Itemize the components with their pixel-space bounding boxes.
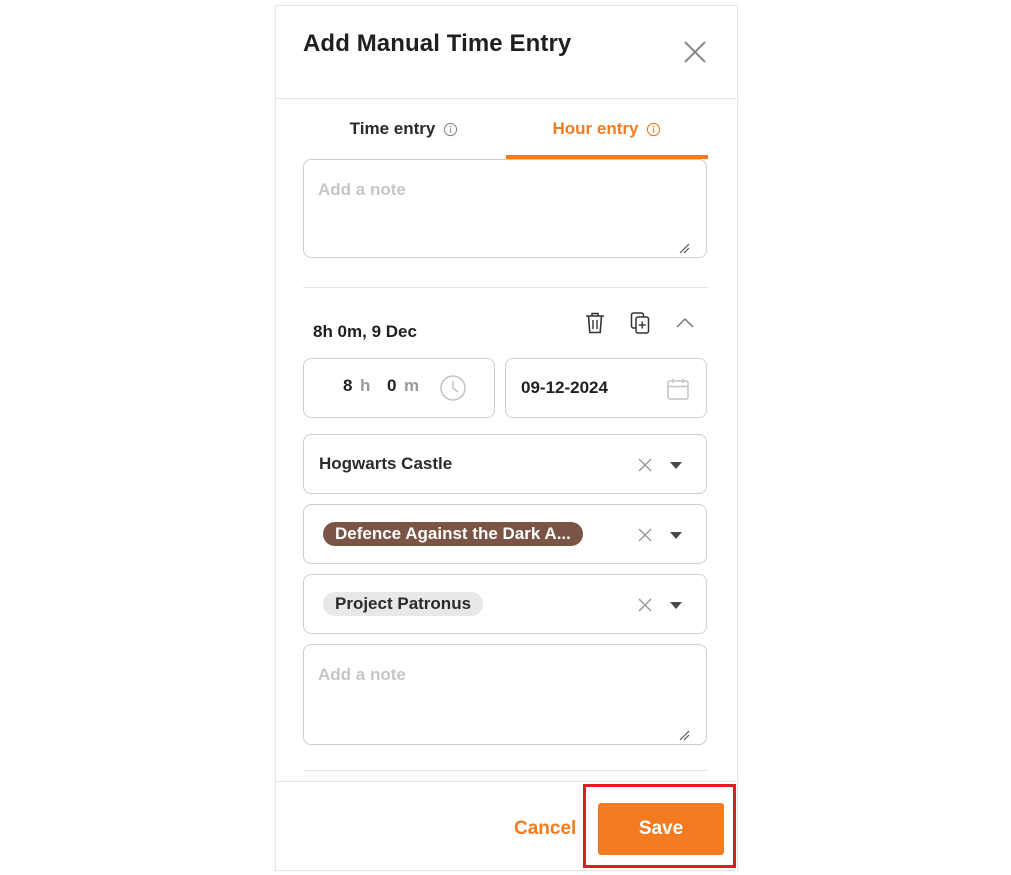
entry-divider bbox=[303, 287, 707, 288]
hours-unit: h bbox=[360, 376, 371, 395]
minutes-value[interactable]: 0 bbox=[387, 376, 396, 396]
caret-down-icon[interactable] bbox=[670, 602, 682, 609]
tab-hour-entry-label: Hour entry bbox=[552, 119, 639, 138]
calendar-icon[interactable] bbox=[666, 377, 690, 401]
date-input[interactable]: 09-12-2024 bbox=[505, 358, 707, 418]
info-icon[interactable] bbox=[443, 122, 458, 137]
entry-divider bbox=[303, 770, 707, 771]
cancel-button[interactable]: Cancel bbox=[514, 818, 576, 840]
manual-time-entry-modal: Add Manual Time Entry Time entry Hour en… bbox=[275, 5, 738, 871]
clear-icon[interactable] bbox=[637, 597, 653, 613]
info-icon[interactable] bbox=[646, 122, 661, 137]
close-button[interactable] bbox=[682, 39, 708, 65]
top-note-field[interactable] bbox=[303, 159, 707, 258]
delete-entry-button[interactable] bbox=[582, 310, 608, 336]
minutes-unit: m bbox=[404, 376, 420, 395]
entry-note-field[interactable] bbox=[303, 644, 707, 745]
date-value[interactable]: 09-12-2024 bbox=[521, 378, 608, 398]
entry-note-textarea[interactable] bbox=[304, 645, 706, 744]
trash-icon bbox=[586, 312, 604, 334]
save-button[interactable]: Save bbox=[598, 803, 724, 855]
chevron-up-icon bbox=[676, 317, 694, 328]
project-tag: Project Patronus bbox=[323, 592, 484, 616]
clear-icon[interactable] bbox=[637, 527, 653, 543]
clear-icon[interactable] bbox=[637, 457, 653, 473]
duplicate-entry-button[interactable] bbox=[627, 310, 653, 336]
workspace-select[interactable]: Hogwarts Castle bbox=[303, 434, 707, 494]
tab-hour-entry[interactable]: Hour entry bbox=[506, 99, 708, 159]
entry-summary: 8h 0m, 9 Dec bbox=[313, 322, 417, 341]
close-icon bbox=[684, 41, 706, 63]
modal-footer: Cancel Save bbox=[276, 781, 737, 870]
caret-down-icon[interactable] bbox=[670, 462, 682, 469]
hours-value[interactable]: 8 bbox=[343, 376, 352, 396]
modal-header: Add Manual Time Entry bbox=[276, 6, 737, 99]
duration-input[interactable]: 8 h 0 m bbox=[303, 358, 495, 418]
workspace-value: Hogwarts Castle bbox=[319, 454, 453, 473]
duplicate-icon bbox=[630, 312, 650, 334]
tab-time-entry-label: Time entry bbox=[349, 119, 436, 138]
caret-down-icon[interactable] bbox=[670, 532, 682, 539]
clock-icon[interactable] bbox=[439, 374, 467, 402]
collapse-entry-button[interactable] bbox=[672, 310, 698, 336]
tab-time-entry[interactable]: Time entry bbox=[303, 99, 505, 159]
modal-title: Add Manual Time Entry bbox=[303, 30, 572, 57]
entries-scroll-area[interactable]: 8h 0m, 9 Dec 8 h bbox=[276, 159, 737, 781]
entry-type-tabs: Time entry Hour entry bbox=[303, 99, 708, 159]
task-tag: Defence Against the Dark A... bbox=[323, 522, 583, 546]
top-note-textarea[interactable] bbox=[304, 160, 706, 257]
task-select[interactable]: Defence Against the Dark A... bbox=[303, 504, 707, 564]
project-select[interactable]: Project Patronus bbox=[303, 574, 707, 634]
